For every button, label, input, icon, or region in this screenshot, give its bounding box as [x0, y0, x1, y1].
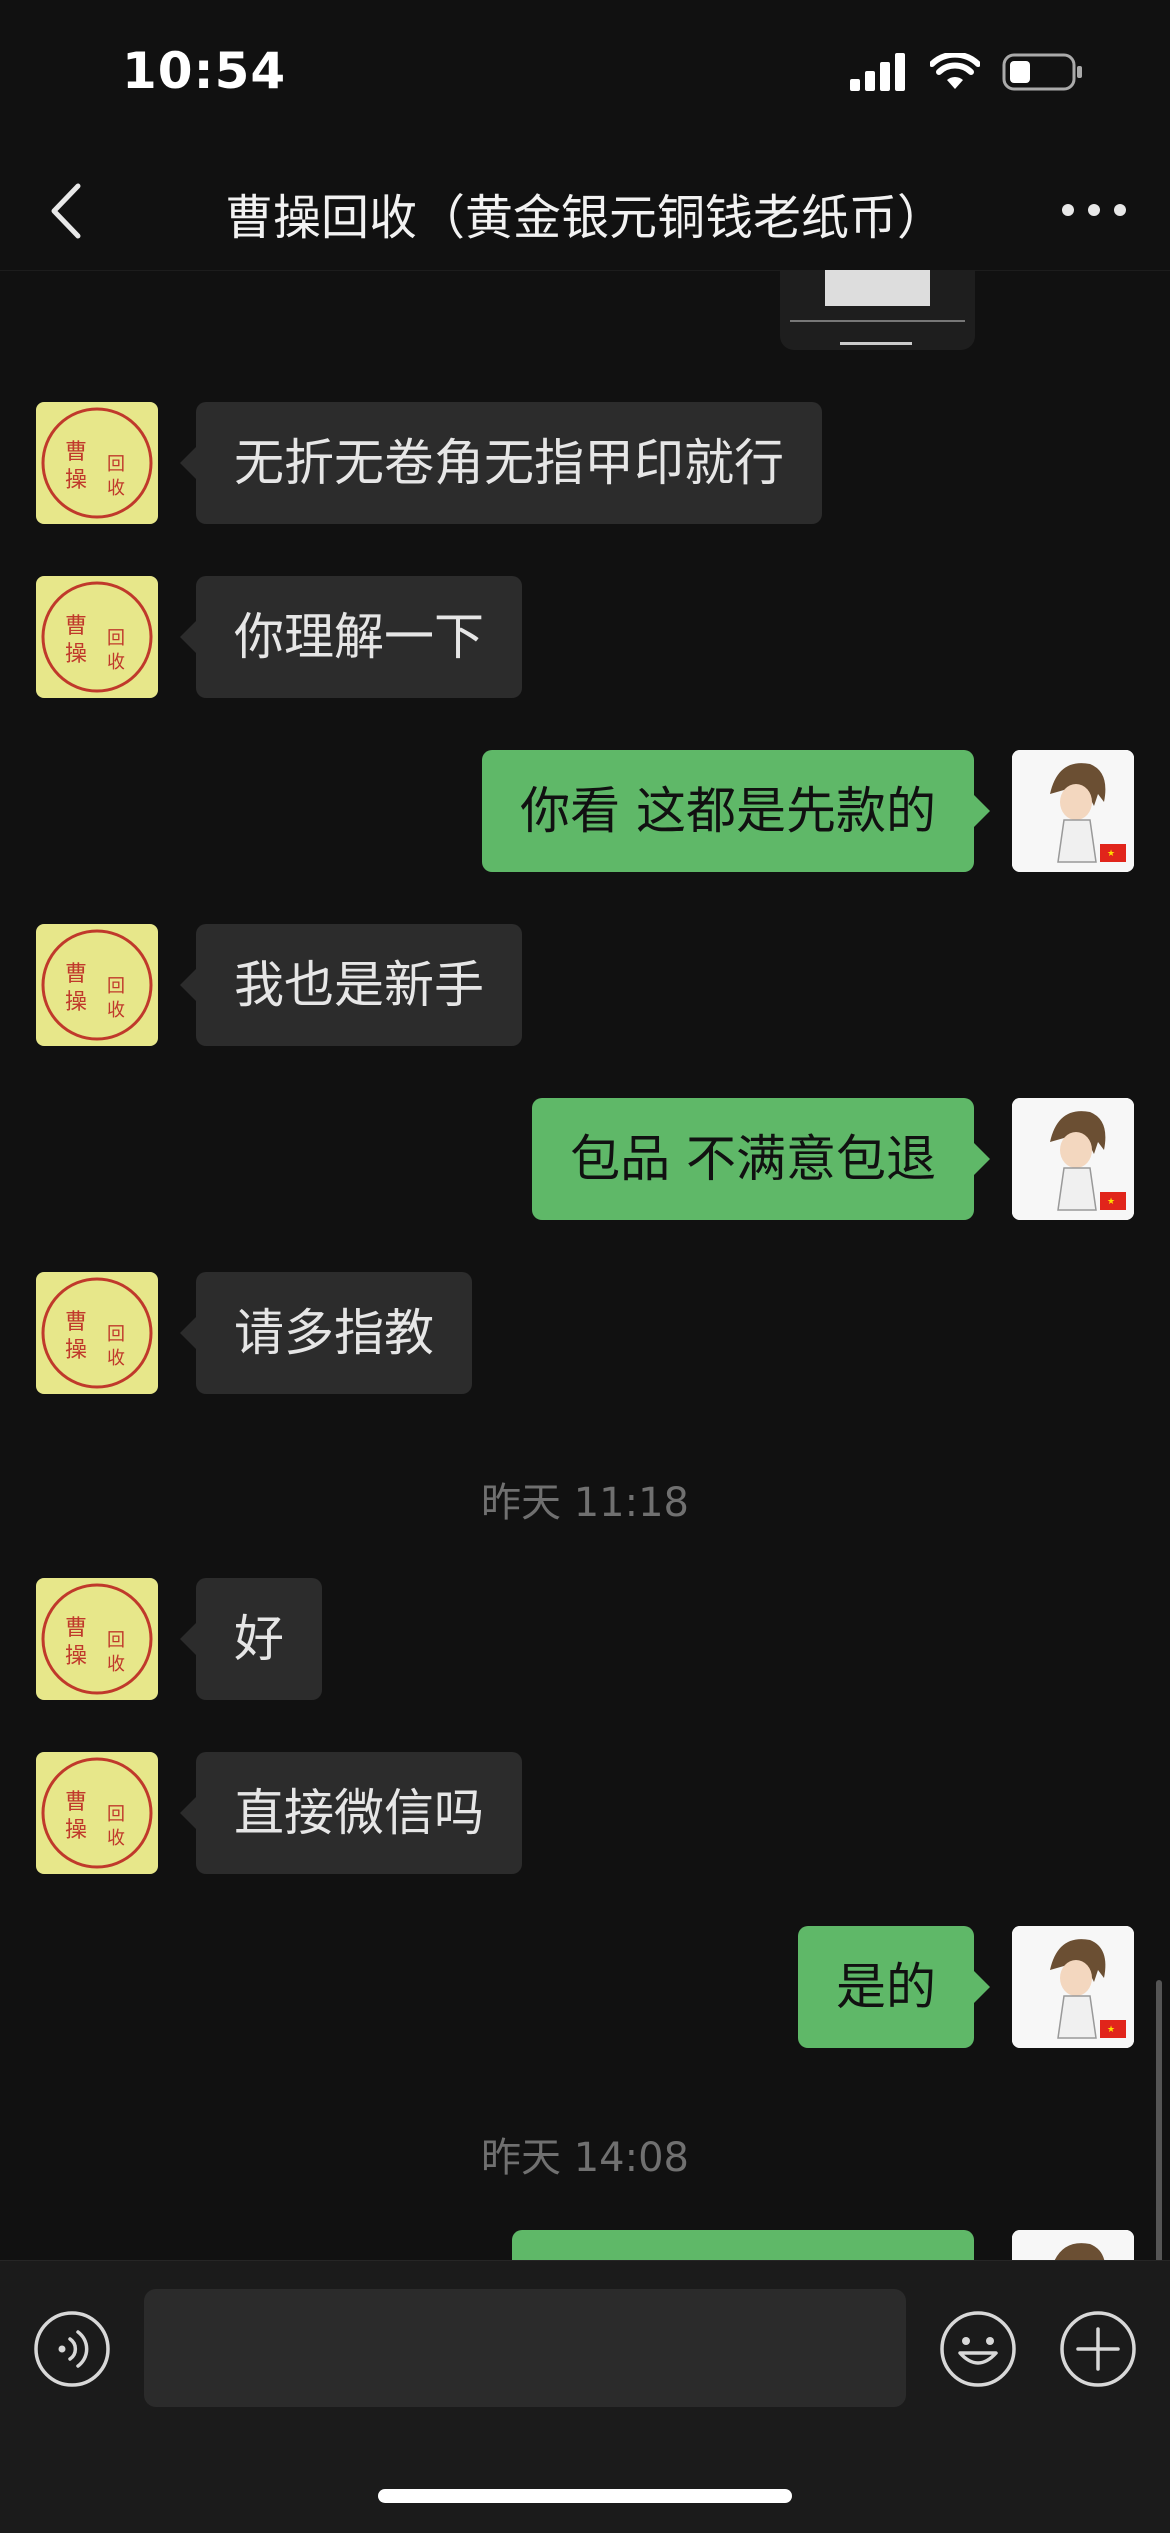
- message-row: 曹 操 回 收 好: [0, 1578, 1170, 1702]
- status-icons: [850, 52, 1084, 92]
- message-row: 是的 ★: [0, 1926, 1170, 2050]
- chevron-left-icon[interactable]: [40, 176, 100, 246]
- avatar[interactable]: 曹 操 回 收: [36, 1578, 158, 1700]
- avatar[interactable]: [1012, 2230, 1134, 2260]
- svg-text:操: 操: [65, 468, 87, 493]
- svg-text:收: 收: [107, 1000, 125, 1021]
- wifi-icon: [930, 53, 980, 89]
- svg-text:曹: 曹: [65, 1616, 87, 1641]
- timestamp: 昨天 11:18: [481, 1480, 689, 1526]
- incoming-message-bubble[interactable]: 直接微信吗: [180, 1752, 522, 1874]
- incoming-message-bubble[interactable]: 你理解一下: [180, 576, 522, 698]
- message-row: 曹 操 回 收 请多指教: [0, 1272, 1170, 1396]
- svg-text:操: 操: [65, 1818, 87, 1843]
- message-row: [0, 2230, 1170, 2260]
- message-row: 曹 操 回 收 我也是新手: [0, 924, 1170, 1048]
- avatar[interactable]: ★: [1012, 750, 1134, 872]
- svg-text:操: 操: [65, 1338, 87, 1363]
- message-row: 曹 操 回 收 直接微信吗: [0, 1752, 1170, 1876]
- svg-text:收: 收: [107, 1348, 125, 1369]
- input-bar: [0, 2260, 1170, 2533]
- svg-text:★: ★: [1107, 849, 1115, 859]
- outgoing-message-bubble[interactable]: [512, 2230, 974, 2260]
- home-indicator[interactable]: [378, 2489, 792, 2503]
- svg-text:回: 回: [107, 454, 125, 475]
- avatar[interactable]: 曹 操 回 收: [36, 924, 158, 1046]
- outgoing-message-bubble[interactable]: 是的: [798, 1926, 990, 2048]
- message-row: 曹 操 回 收 无折无卷角无指甲印就行: [0, 402, 1170, 526]
- svg-text:曹: 曹: [65, 962, 87, 987]
- status-bar: 10:54: [0, 0, 1170, 150]
- incoming-message-bubble[interactable]: 无折无卷角无指甲印就行: [180, 402, 822, 524]
- battery-icon: [1002, 53, 1082, 91]
- svg-text:收: 收: [107, 478, 125, 499]
- message-input[interactable]: [144, 2289, 906, 2407]
- image-message-thumbnail[interactable]: [780, 270, 975, 350]
- signal-icon: [850, 53, 905, 91]
- svg-text:回: 回: [107, 1630, 125, 1651]
- incoming-message-bubble[interactable]: 请多指教: [180, 1272, 472, 1394]
- outgoing-message-bubble[interactable]: 包品 不满意包退: [532, 1098, 990, 1220]
- svg-text:★: ★: [1107, 1197, 1115, 1207]
- svg-text:操: 操: [65, 1644, 87, 1669]
- chat-header: 曹操回收（黄金银元铜钱老纸币）: [0, 150, 1170, 271]
- svg-text:操: 操: [65, 990, 87, 1015]
- message-row: 曹 操 回 收 你理解一下: [0, 576, 1170, 700]
- more-icon[interactable]: [1054, 180, 1134, 240]
- emoji-icon[interactable]: [938, 2309, 1018, 2389]
- voice-icon[interactable]: [32, 2309, 112, 2389]
- chat-title: 曹操回收（黄金银元铜钱老纸币）: [224, 190, 945, 246]
- message-row: 包品 不满意包退 ★: [0, 1098, 1170, 1222]
- svg-text:操: 操: [65, 642, 87, 667]
- svg-text:回: 回: [107, 1324, 125, 1345]
- plus-icon[interactable]: [1058, 2309, 1138, 2389]
- svg-text:曹: 曹: [65, 1310, 87, 1335]
- svg-text:回: 回: [107, 1804, 125, 1825]
- avatar[interactable]: 曹 操 回 收: [36, 402, 158, 524]
- incoming-message-bubble[interactable]: 好: [180, 1578, 322, 1700]
- svg-text:回: 回: [107, 976, 125, 997]
- svg-text:收: 收: [107, 1828, 125, 1849]
- avatar[interactable]: ★: [1012, 1926, 1134, 2048]
- incoming-message-bubble[interactable]: 我也是新手: [180, 924, 522, 1046]
- avatar[interactable]: 曹 操 回 收: [36, 576, 158, 698]
- status-time: 10:54: [122, 42, 287, 100]
- svg-text:★: ★: [1107, 2025, 1115, 2035]
- scrollbar[interactable]: [1156, 1980, 1162, 2260]
- avatar[interactable]: ★: [1012, 1098, 1134, 1220]
- svg-text:回: 回: [107, 628, 125, 649]
- svg-text:收: 收: [107, 652, 125, 673]
- timestamp: 昨天 14:08: [481, 2135, 689, 2181]
- svg-text:曹: 曹: [65, 614, 87, 639]
- svg-text:收: 收: [107, 1654, 125, 1675]
- avatar[interactable]: 曹 操 回 收: [36, 1272, 158, 1394]
- avatar[interactable]: 曹 操 回 收: [36, 1752, 158, 1874]
- svg-text:曹: 曹: [65, 440, 87, 465]
- outgoing-message-bubble[interactable]: 你看 这都是先款的: [482, 750, 990, 872]
- svg-text:曹: 曹: [65, 1790, 87, 1815]
- message-row: 你看 这都是先款的 ★: [0, 750, 1170, 874]
- message-list[interactable]: 曹 操 回 收 无折无卷角无指甲印就行 曹 操 回 收 你理解一下 你看 这都是…: [0, 270, 1170, 2260]
